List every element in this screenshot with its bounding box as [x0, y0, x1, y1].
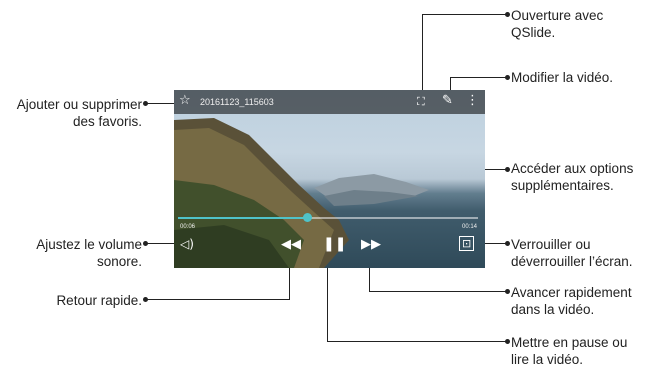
leader-edit-h [450, 77, 506, 78]
leader-forward-h [369, 291, 506, 292]
callout-forward: Avancer rapidement dans la vidéo. [511, 285, 632, 317]
leader-qslide-v [422, 14, 423, 100]
callout-pause: Mettre en pause ou lire la vidéo. [511, 335, 628, 367]
volume-icon[interactable]: ◁) [180, 237, 194, 251]
leader-dot-qslide [505, 12, 510, 17]
callout-options: Accéder aux options supplémentaires. [511, 161, 634, 193]
leader-pause-h [327, 341, 506, 342]
leader-dot-favorites [143, 101, 148, 106]
progress-bar[interactable] [178, 213, 478, 222]
leader-pause-v [327, 262, 328, 342]
leader-rewind-h [146, 299, 290, 300]
star-outline-icon[interactable]: ☆ [179, 93, 191, 108]
callout-edit: Modifier la vidéo. [511, 70, 614, 85]
leader-dot-edit [505, 75, 510, 80]
duration-time: 00:14 [462, 224, 478, 230]
callout-lock: Verrouiller ou déverrouiller l’écran. [511, 237, 633, 269]
leader-qslide-h [422, 14, 506, 15]
progress-fill [178, 217, 307, 219]
video-player[interactable]: ☆ 20161123_115603 ⛶ ✎ ⋮ 00:06 00:14 ◁) ◀… [174, 90, 485, 268]
video-file-name: 20161123_115603 [200, 97, 274, 107]
leader-dot-forward [505, 289, 510, 294]
progress-thumb[interactable] [303, 213, 312, 222]
leader-dot-options [505, 167, 510, 172]
more-vertical-icon[interactable]: ⋮ [466, 93, 479, 108]
leader-dot-volume [143, 241, 148, 246]
pause-icon[interactable]: ❚❚ [323, 236, 346, 252]
pencil-icon[interactable]: ✎ [442, 93, 453, 108]
lock-icon[interactable]: ⊡ [459, 236, 475, 251]
leader-dot-rewind [143, 297, 148, 302]
elapsed-time: 00:06 [180, 224, 196, 230]
leader-dot-lock [505, 241, 510, 246]
qslide-icon[interactable]: ⛶ [417, 95, 425, 109]
fast-forward-icon[interactable]: ▶▶ [361, 237, 381, 252]
callout-favorites: Ajouter ou supprimer des favoris. [16, 97, 142, 129]
rewind-icon[interactable]: ◀◀ [281, 237, 301, 252]
callout-rewind: Retour rapide. [56, 293, 142, 308]
leader-dot-pause [505, 339, 510, 344]
callout-qslide: Ouverture avec QSlide. [511, 8, 604, 40]
callout-volume: Ajustez le volume sonore. [36, 237, 142, 269]
